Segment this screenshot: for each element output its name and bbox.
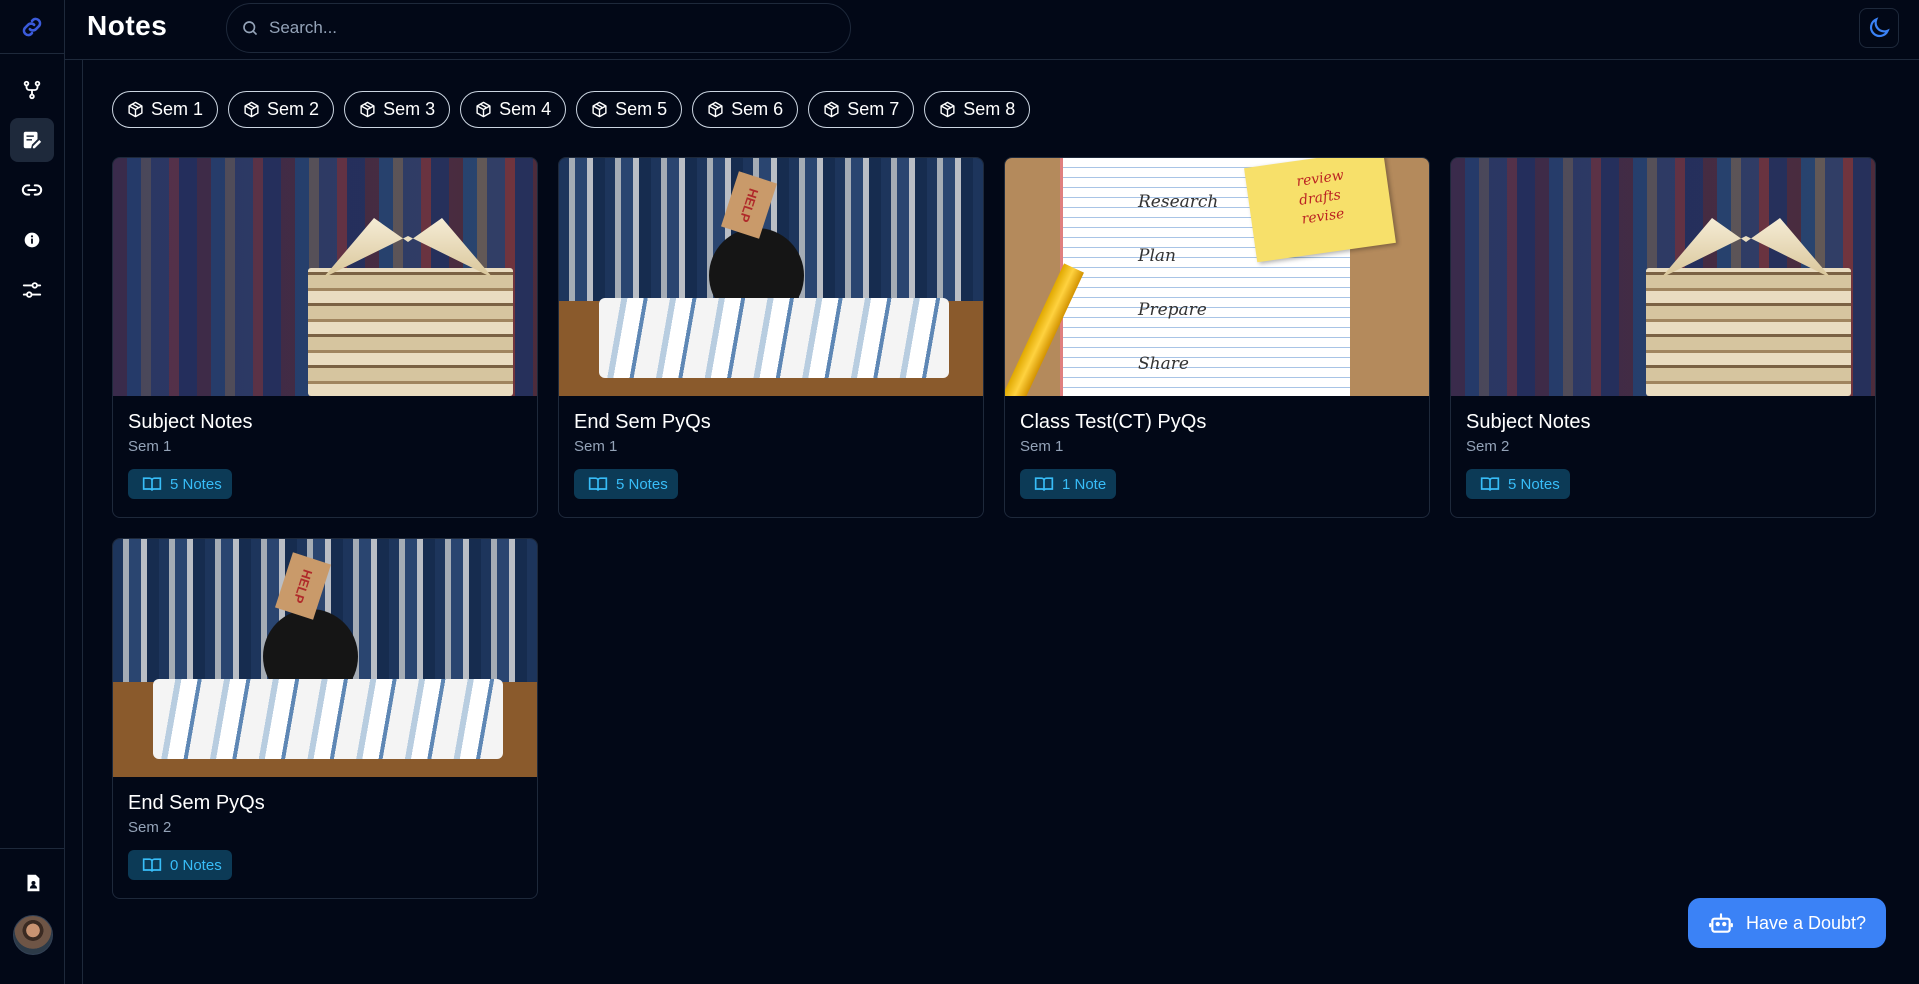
cube-icon [128, 101, 143, 118]
sidebar-item-notes[interactable] [10, 118, 54, 162]
semester-chip-label: Sem 6 [731, 99, 784, 119]
notes-count: 5 Notes [1508, 475, 1560, 493]
plan-row: Research [1138, 192, 1219, 212]
sliders-icon [22, 282, 42, 298]
notes-count-badge: 1 Note [1020, 469, 1117, 499]
plan-row: Share [1138, 354, 1189, 374]
main-content: Sem 1 Sem 2 Sem 3 Sem 4 Sem 5 Sem 6 Sem 7 Sem 8… [82, 60, 1919, 984]
info-icon [24, 232, 40, 248]
card-title: Class Test(CT) PyQs [1020, 411, 1207, 433]
plan-row: Plan [1138, 246, 1176, 266]
card-title: Subject Notes [1466, 411, 1591, 433]
avatar[interactable] [12, 915, 53, 955]
book-open-icon [142, 858, 162, 872]
card-image: HELP [559, 158, 983, 396]
cube-icon [824, 101, 839, 118]
sidebar-item-resume[interactable] [11, 861, 55, 905]
card-image: HELP [113, 539, 537, 777]
cube-icon [244, 101, 259, 118]
note-card[interactable]: Subject Notes Sem 1 5 Notes [112, 157, 538, 518]
bot-icon [1709, 913, 1733, 933]
card-title: Subject Notes [128, 411, 253, 433]
card-semester: Sem 1 [574, 438, 618, 455]
sidebar-item-links[interactable] [10, 168, 54, 212]
semester-chip[interactable]: Sem 4 [460, 91, 567, 128]
theme-toggle-button[interactable] [1859, 8, 1899, 48]
moon-icon [1869, 17, 1890, 38]
sidebar-item-roadmap[interactable] [10, 68, 54, 112]
notes-count-badge: 5 Notes [574, 469, 678, 499]
sticky-note: review drafts revise [1244, 158, 1396, 263]
sidebar-nav [10, 68, 54, 312]
card-semester: Sem 2 [128, 819, 172, 836]
semester-chip-label: Sem 7 [847, 99, 900, 119]
sidebar [0, 0, 65, 984]
semester-chip[interactable]: Sem 6 [692, 91, 799, 128]
note-card[interactable]: HELP End Sem PyQs Sem 1 5 Notes [558, 157, 984, 518]
semester-chip[interactable]: Sem 5 [576, 91, 683, 128]
help-sign: HELP [275, 552, 331, 620]
semester-chip-label: Sem 3 [383, 99, 436, 119]
card-semester: Sem 1 [1020, 438, 1064, 455]
semester-chip[interactable]: Sem 8 [924, 91, 1031, 128]
book-open-icon [588, 477, 608, 491]
note-card[interactable]: HELP End Sem PyQs Sem 2 0 Notes [112, 538, 538, 899]
book-open-icon [1480, 477, 1500, 491]
notes-count-badge: 0 Notes [128, 850, 232, 880]
semester-chip[interactable]: Sem 1 [112, 91, 219, 128]
notes-count: 1 Note [1062, 475, 1107, 493]
cube-icon [708, 101, 723, 118]
link-icon [21, 184, 43, 196]
card-image [113, 158, 537, 396]
cube-icon [592, 101, 607, 118]
semester-chip-label: Sem 1 [151, 99, 204, 119]
notes-count: 5 Notes [170, 475, 222, 493]
card-semester: Sem 2 [1466, 438, 1510, 455]
cube-icon [476, 101, 491, 118]
card-image: Research Plan Prepare Share review draft… [1005, 158, 1429, 396]
note-card[interactable]: Subject Notes Sem 2 5 Notes [1450, 157, 1876, 518]
semester-chip[interactable]: Sem 2 [228, 91, 335, 128]
cube-icon [360, 101, 375, 118]
card-title: End Sem PyQs [574, 411, 711, 433]
cube-icon [940, 101, 955, 118]
semester-filter: Sem 1 Sem 2 Sem 3 Sem 4 Sem 5 Sem 6 Sem 7 Sem 8 [112, 91, 1031, 128]
search-bar[interactable] [226, 3, 851, 53]
book-open-icon [1034, 477, 1054, 491]
search-icon [243, 21, 257, 35]
notes-count: 0 Notes [170, 856, 222, 874]
sidebar-item-info[interactable] [10, 218, 54, 262]
semester-chip[interactable]: Sem 3 [344, 91, 451, 128]
semester-chip-label: Sem 5 [615, 99, 668, 119]
semester-chip[interactable]: Sem 7 [808, 91, 915, 128]
sidebar-item-settings[interactable] [10, 268, 54, 312]
sidebar-bottom [0, 848, 65, 984]
plan-row: Prepare [1138, 300, 1207, 320]
note-card[interactable]: Research Plan Prepare Share review draft… [1004, 157, 1430, 518]
notes-count-badge: 5 Notes [1466, 469, 1570, 499]
contact-file-icon [27, 874, 39, 892]
have-a-doubt-button[interactable]: Have a Doubt? [1688, 898, 1886, 948]
notes-count-badge: 5 Notes [128, 469, 232, 499]
card-title: End Sem PyQs [128, 792, 265, 814]
notes-icon [23, 131, 42, 149]
semester-chip-label: Sem 8 [963, 99, 1016, 119]
notes-count: 5 Notes [616, 475, 668, 493]
page-title: Notes [87, 10, 168, 41]
card-semester: Sem 1 [128, 438, 172, 455]
help-sign: HELP [721, 171, 777, 239]
have-a-doubt-label: Have a Doubt? [1745, 912, 1867, 933]
semester-chip-label: Sem 2 [267, 99, 320, 119]
logo-icon[interactable] [0, 0, 65, 54]
search-input[interactable] [269, 18, 829, 38]
book-open-icon [142, 477, 162, 491]
card-image [1451, 158, 1875, 396]
header: Notes [65, 0, 1919, 60]
git-fork-icon [23, 80, 41, 100]
semester-chip-label: Sem 4 [499, 99, 552, 119]
